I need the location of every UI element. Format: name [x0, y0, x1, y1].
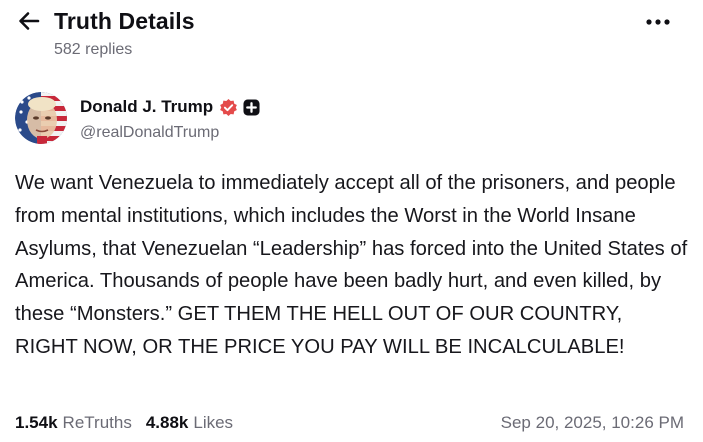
- arrow-left-icon: [19, 12, 40, 30]
- retruths-label: ReTruths: [62, 413, 132, 432]
- author-name-row: Donald J. Trump: [80, 96, 260, 118]
- post-author: Donald J. Trump @realDonaldTrump: [15, 92, 615, 148]
- verified-badge-icon: [220, 98, 238, 116]
- more-options-button[interactable]: [643, 10, 673, 34]
- post-timestamp: Sep 20, 2025, 10:26 PM: [500, 413, 684, 432]
- retruths-stat[interactable]: 1.54k ReTruths: [15, 412, 132, 434]
- page-title: Truth Details: [54, 8, 195, 34]
- likes-label: Likes: [193, 413, 234, 432]
- post-body: We want Venezuela to immediately accept …: [15, 172, 688, 358]
- author-handle[interactable]: @realDonaldTrump: [80, 123, 219, 143]
- plus-badge-icon: [243, 98, 260, 116]
- page-header: Truth Details 582 replies: [0, 0, 703, 72]
- author-name[interactable]: Donald J. Trump: [80, 96, 213, 118]
- likes-stat[interactable]: 4.88k Likes: [146, 412, 233, 434]
- avatar-image: [15, 92, 67, 144]
- likes-count: 4.88k: [145, 413, 189, 432]
- more-horizontal-icon: [646, 19, 670, 25]
- back-button[interactable]: [14, 8, 44, 34]
- retruths-count: 1.54k: [15, 413, 58, 432]
- avatar[interactable]: [15, 92, 67, 144]
- reply-count: 582 replies: [54, 41, 133, 58]
- post-stats: 1.54k ReTruths 4.88k Likes: [15, 412, 247, 434]
